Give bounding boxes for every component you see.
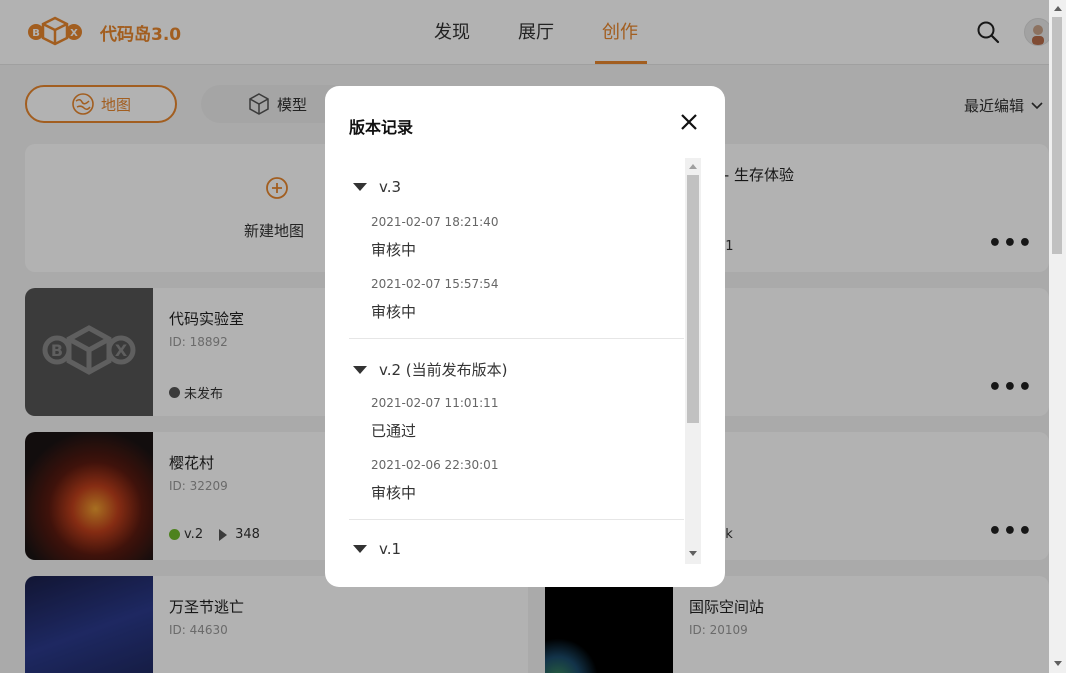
- close-icon[interactable]: [677, 110, 701, 134]
- caret-down-icon: [353, 183, 367, 191]
- version-label: v.2 (当前发布版本): [379, 361, 508, 379]
- version-history-dialog: 版本记录 v.3 2021-02-07 18:21:40 审核中 2021-02…: [325, 86, 725, 587]
- scroll-thumb[interactable]: [687, 175, 699, 423]
- app-root: B X 代码岛3.0 发现 展厅 创作 地图 模型 最近编辑 新建地图 世界 -…: [0, 0, 1049, 673]
- version-header[interactable]: v.3: [353, 178, 401, 196]
- page-scrollbar[interactable]: [1049, 0, 1066, 673]
- version-label: v.3: [379, 178, 402, 196]
- dialog-scrollbar[interactable]: [685, 158, 701, 564]
- record-status: 审核中: [371, 241, 417, 259]
- record-status: 审核中: [371, 484, 417, 502]
- divider: [349, 519, 684, 520]
- record-time: 2021-02-07 18:21:40: [371, 215, 499, 229]
- scroll-up-icon[interactable]: [689, 164, 697, 169]
- scroll-thumb[interactable]: [1052, 17, 1062, 254]
- record-status: 审核中: [371, 303, 417, 321]
- version-list: v.3 2021-02-07 18:21:40 审核中 2021-02-07 1…: [349, 158, 684, 564]
- scroll-down-icon[interactable]: [689, 551, 697, 556]
- record-time: 2021-02-06 22:30:01: [371, 458, 499, 472]
- divider: [349, 338, 684, 339]
- version-header[interactable]: v.1: [353, 540, 401, 558]
- caret-down-icon: [353, 545, 367, 553]
- version-header[interactable]: v.2 (当前发布版本): [353, 359, 508, 380]
- record-time: 2021-02-07 11:01:11: [371, 396, 499, 410]
- version-label: v.1: [379, 540, 402, 558]
- scroll-up-icon[interactable]: [1054, 6, 1062, 11]
- scroll-down-icon[interactable]: [1054, 661, 1062, 666]
- dialog-title: 版本记录: [349, 118, 414, 137]
- record-status: 已通过: [371, 422, 417, 440]
- caret-down-icon: [353, 365, 367, 374]
- record-time: 2021-02-07 15:57:54: [371, 277, 499, 291]
